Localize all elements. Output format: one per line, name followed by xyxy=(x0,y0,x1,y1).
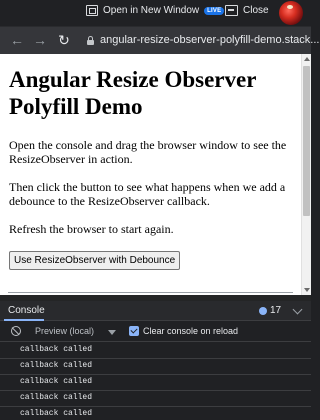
live-badge: LIVE xyxy=(204,6,225,15)
clear-on-reload-label[interactable]: Clear console on reload xyxy=(143,326,238,336)
page-content: Angular Resize Observer Polyfill Demo Op… xyxy=(0,54,301,270)
close-window-icon xyxy=(225,5,238,16)
lock-icon[interactable] xyxy=(87,36,94,45)
console-log: callback called callback called callback… xyxy=(0,343,311,420)
close-button[interactable]: Close xyxy=(225,5,269,16)
open-in-new-window-label: Open in New Window xyxy=(103,5,200,16)
back-arrow-icon[interactable]: ← xyxy=(10,33,24,47)
intro-paragraph: Open the console and drag the browser wi… xyxy=(9,138,287,166)
page-viewport: Angular Resize Observer Polyfill Demo Op… xyxy=(0,54,301,295)
open-in-new-window-button[interactable]: Open in New Window LIVE xyxy=(86,5,225,16)
avatar[interactable] xyxy=(279,1,303,25)
url-field[interactable]: angular-resize-observer-polyfill-demo.st… xyxy=(100,34,319,46)
log-entry: callback called xyxy=(0,359,311,375)
top-bar: Open in New Window LIVE Close xyxy=(0,0,311,26)
scroll-down-arrow-icon[interactable] xyxy=(304,288,310,292)
divider xyxy=(8,292,293,293)
log-entry: callback called xyxy=(0,391,311,407)
devtools-tab-bar: Console 17 xyxy=(0,301,311,321)
use-debounce-button[interactable]: Use ResizeObserver with Debounce xyxy=(9,251,181,270)
clear-console-icon[interactable] xyxy=(11,326,21,336)
refresh-paragraph: Refresh the browser to start again. xyxy=(9,222,174,236)
log-entry: callback called xyxy=(0,375,311,391)
log-entry: callback called xyxy=(0,343,311,359)
tab-console[interactable]: Console xyxy=(8,305,45,316)
page-scrollbar[interactable] xyxy=(301,54,311,295)
address-bar: ← → ↻ angular-resize-observer-polyfill-d… xyxy=(0,26,319,54)
devtools-panel: Console 17 Preview (local) Clear console… xyxy=(0,301,311,420)
scroll-up-arrow-icon[interactable] xyxy=(304,57,310,61)
issues-counter[interactable]: 17 xyxy=(259,305,281,316)
reload-icon[interactable]: ↻ xyxy=(57,33,71,47)
scrollbar-thumb[interactable] xyxy=(303,66,310,216)
new-window-icon xyxy=(86,5,98,16)
forward-arrow-icon[interactable]: → xyxy=(33,33,47,47)
log-entry: callback called xyxy=(0,407,311,420)
page-title: Angular Resize Observer Polyfill Demo xyxy=(9,67,257,119)
close-label: Close xyxy=(243,5,269,16)
active-tab-indicator xyxy=(4,319,44,321)
issue-count: 17 xyxy=(270,305,282,316)
clear-on-reload-checkbox[interactable] xyxy=(129,326,139,336)
debounce-paragraph: Then click the button to see what happen… xyxy=(9,180,286,208)
context-selector[interactable]: Preview (local) xyxy=(35,326,94,336)
console-toolbar: Preview (local) Clear console on reload xyxy=(0,322,311,342)
context-dropdown-icon[interactable] xyxy=(108,330,116,335)
info-icon xyxy=(259,306,267,315)
chevron-down-icon[interactable] xyxy=(292,304,303,315)
